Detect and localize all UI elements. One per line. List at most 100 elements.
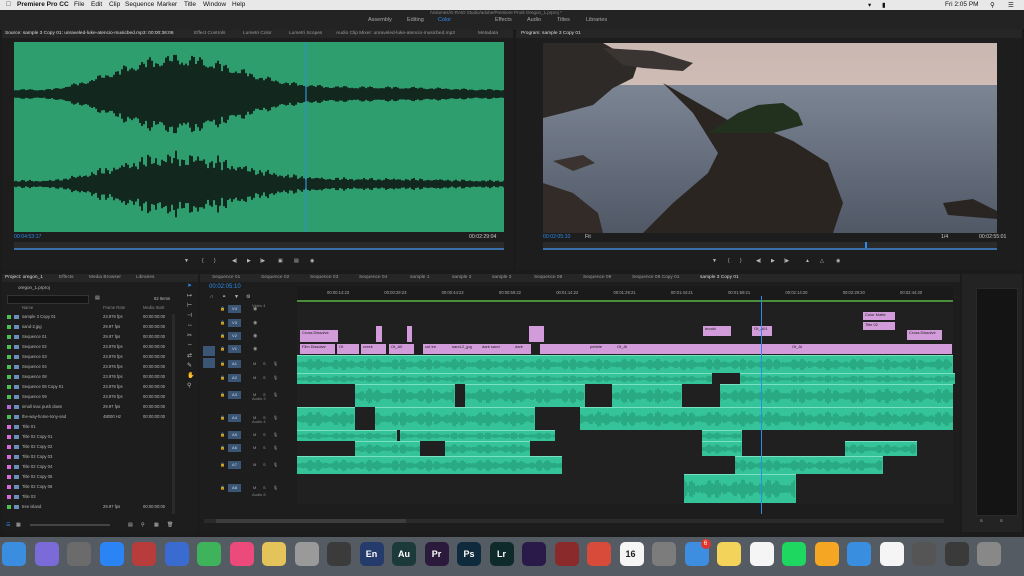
lock-icon[interactable]: 🔒 — [220, 462, 225, 467]
eye-icon[interactable]: ◉ — [253, 333, 257, 339]
tab-libraries[interactable]: Libraries — [136, 275, 154, 280]
rate-stretch-tool-icon[interactable]: ↔ — [187, 322, 193, 328]
razor-tool-icon[interactable]: ✂ — [187, 332, 192, 339]
notification-icon[interactable]: ☰ — [1008, 1, 1014, 9]
workspace-tab-titles[interactable]: Titles — [557, 17, 570, 23]
dock-final-cut-icon[interactable] — [327, 542, 351, 566]
track-header-a6[interactable]: A6 🔒 M S 🎙 — [205, 441, 295, 455]
wifi-icon[interactable]: ▾ — [868, 1, 871, 9]
workspace-tab-color[interactable]: Color — [438, 17, 451, 23]
audio-clip[interactable] — [845, 441, 917, 456]
tab-seq-08-copy[interactable]: Sequence 08 Copy 01 — [632, 275, 679, 280]
source-insert-button[interactable]: ▣ — [278, 258, 283, 264]
solo-button[interactable]: S — [263, 485, 266, 490]
program-play-button[interactable]: ▶ — [771, 258, 775, 264]
tab-source[interactable]: Source: sample 3 Copy 01: unraveled-luke… — [5, 31, 174, 36]
eye-icon[interactable]: ◉ — [253, 346, 257, 352]
project-search-input[interactable] — [7, 295, 89, 304]
track-header-a8[interactable]: A8 🔒 M S 🎙 — [205, 474, 295, 502]
lock-icon[interactable]: 🔒 — [220, 485, 225, 490]
source-timecode[interactable]: 00:04:53:17 — [14, 234, 41, 240]
zoom-slider[interactable] — [30, 524, 110, 526]
list-item[interactable]: Sequence 02 23.976 fps 00:00:00:00 — [5, 344, 173, 352]
track-header-a2[interactable]: A2 🔒 M S 🎙 — [205, 373, 295, 383]
video-clip[interactable] — [645, 344, 705, 354]
program-lift-button[interactable]: ▲ — [805, 258, 810, 264]
dock-ps-icon[interactable]: Ps — [457, 542, 481, 566]
tab-project[interactable]: Project: oregon_1 — [5, 275, 43, 280]
solo-button[interactable]: S — [263, 462, 266, 467]
mute-button[interactable]: M — [253, 445, 256, 450]
icon-view-icon[interactable]: ▦ — [16, 522, 21, 528]
lock-icon[interactable]: 🔒 — [220, 392, 225, 397]
clock[interactable]: Fri 2:05 PM — [945, 1, 979, 8]
dock-system-prefs-icon[interactable] — [652, 542, 676, 566]
timeline-settings-icon[interactable]: ⚙ — [246, 294, 250, 300]
selection-tool-icon[interactable]: ➤ — [187, 282, 192, 289]
mute-button[interactable]: M — [253, 375, 256, 380]
solo-button[interactable]: S — [263, 375, 266, 380]
lock-icon[interactable]: 🔒 — [220, 346, 225, 351]
audio-clip[interactable] — [297, 430, 397, 441]
dock-notes2-icon[interactable] — [717, 542, 741, 566]
source-zoom-bar[interactable] — [14, 248, 504, 250]
audio-clip[interactable] — [445, 441, 530, 456]
lock-icon[interactable]: 🔒 — [220, 306, 225, 311]
menu-help[interactable]: Help — [232, 1, 245, 8]
lock-icon[interactable]: 🔒 — [220, 415, 225, 420]
add-marker-icon[interactable]: ▼ — [234, 294, 239, 300]
video-clip[interactable]: Color Matte — [863, 312, 895, 320]
menu-marker[interactable]: Marker — [157, 1, 177, 8]
list-item[interactable]: Title 01 — [5, 424, 173, 432]
dock-itunes-icon[interactable] — [229, 542, 254, 566]
video-clip[interactable]: Cross Dissolve — [907, 330, 942, 340]
audio-clip[interactable] — [297, 407, 355, 430]
dock-preview-icon[interactable] — [912, 542, 936, 566]
spotlight-icon[interactable]: ⚲ — [990, 1, 995, 9]
list-item[interactable]: Title 02 Copy 01 — [5, 434, 173, 442]
tab-program[interactable]: Program: sample 3 Copy 01 — [521, 31, 581, 36]
list-item[interactable]: Title 02 Copy 06 — [5, 484, 173, 492]
audio-clip[interactable] — [580, 407, 953, 430]
track-label[interactable]: V1 — [228, 345, 241, 353]
record-icon[interactable]: 🎙 — [273, 415, 278, 420]
new-item-icon[interactable]: ▦ — [154, 522, 159, 528]
video-clip[interactable]: Ot — [337, 344, 359, 354]
solo-button[interactable]: S — [263, 432, 266, 437]
audio-clip[interactable] — [400, 430, 555, 441]
audio-clip[interactable] — [375, 407, 535, 430]
video-clip[interactable]: Title 02 — [863, 322, 895, 330]
list-item[interactable]: Sequence 01 29.97 fps 00:00:00:00 — [5, 334, 173, 342]
tab-seq-04[interactable]: Sequence 04 — [359, 275, 387, 280]
video-clip[interactable] — [529, 326, 544, 342]
audio-clip[interactable] — [355, 384, 455, 407]
video-clip[interactable] — [705, 344, 790, 354]
dock-notes-icon[interactable] — [262, 542, 286, 566]
video-clip[interactable] — [407, 326, 412, 342]
rolling-edit-tool-icon[interactable]: ⊣ — [187, 312, 192, 319]
col-name[interactable]: Name — [22, 305, 33, 310]
source-step-fwd-button[interactable]: |▶ — [260, 258, 265, 264]
track-header-a7[interactable]: A7 🔒 M S 🎙 — [205, 456, 295, 473]
video-clip[interactable]: cut tre — [423, 344, 451, 354]
audio-clip[interactable] — [465, 384, 585, 407]
automate-icon[interactable]: ▤ — [128, 522, 133, 528]
track-label[interactable]: A4 — [228, 414, 241, 422]
menu-edit[interactable]: Edit — [91, 1, 102, 8]
audio-clip[interactable] — [735, 456, 883, 474]
audio-clip[interactable] — [297, 355, 953, 373]
dock-ae-icon[interactable] — [522, 542, 546, 566]
menu-file[interactable]: File — [74, 1, 84, 8]
dock-pr-icon[interactable]: Pr — [424, 542, 449, 566]
new-bin-icon[interactable]: ▤ — [95, 295, 100, 301]
tab-lumetri-scopes[interactable]: Lumetri Scopes — [289, 31, 322, 36]
work-area-bar[interactable] — [297, 300, 953, 302]
mute-button[interactable]: M — [253, 462, 256, 467]
time-ruler[interactable]: 00:00:14:23 00:00:29:23 00:00:44:22 00:00:5… — [297, 286, 953, 300]
lock-icon[interactable]: 🔒 — [220, 320, 225, 325]
linked-selection-icon[interactable]: ⚭ — [222, 294, 226, 300]
list-item[interactable]: Title 03 — [5, 494, 173, 502]
track-header-a1[interactable]: A1 🔒 M S 🎙 — [205, 355, 295, 372]
dock-screen-icon[interactable] — [554, 542, 579, 566]
workspace-tab-assembly[interactable]: Assembly — [368, 17, 392, 23]
